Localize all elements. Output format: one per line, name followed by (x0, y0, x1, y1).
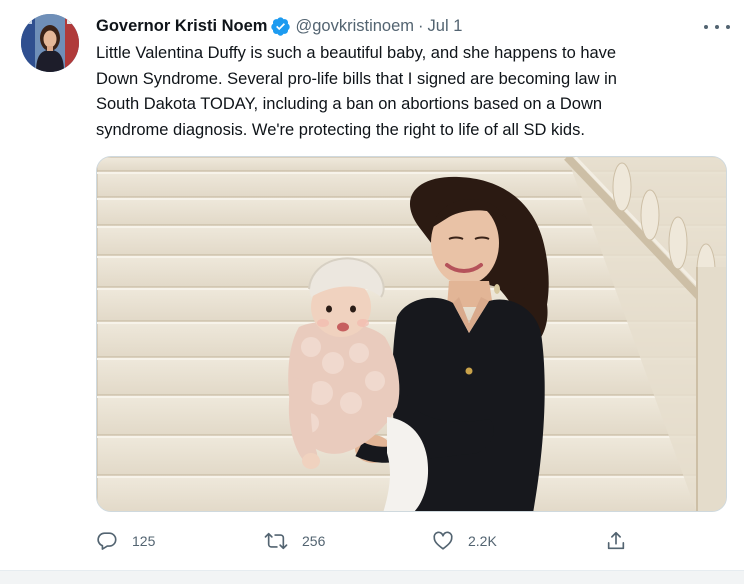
tweet-header: Governor Kristi Noem @govkristinoem · Ju… (96, 15, 462, 37)
verified-badge-icon (270, 16, 291, 37)
display-name[interactable]: Governor Kristi Noem (96, 17, 267, 36)
reply-icon (96, 530, 118, 552)
heart-icon (432, 530, 454, 552)
reply-button[interactable]: 125 (96, 528, 155, 554)
tweet-actions: 125 256 2.2K (96, 528, 716, 554)
tweet-text-line: Little Valentina Duffy is such a beautif… (96, 44, 617, 62)
retweet-icon (264, 530, 288, 552)
user-handle[interactable]: @govkristinoem (295, 17, 414, 36)
tweet-text: Little Valentina Duffy is such a beautif… (96, 41, 732, 143)
avatar[interactable] (21, 14, 79, 72)
tweet-timestamp[interactable]: Jul 1 (428, 17, 463, 36)
tweet-card[interactable]: Governor Kristi Noem @govkristinoem · Ju… (0, 0, 744, 570)
retweet-button[interactable]: 256 (264, 528, 325, 554)
share-icon (605, 530, 627, 552)
like-button[interactable]: 2.2K (432, 528, 497, 554)
reply-count: 125 (132, 533, 156, 549)
tweet-photo[interactable] (96, 156, 727, 512)
tweet-text-line: Down Syndrome. Several pro-life bills th… (96, 69, 617, 88)
tweet-text-line: South Dakota TODAY, including a ban on a… (96, 95, 603, 113)
like-count: 2.2K (468, 533, 497, 549)
tweet-text-line: syndrome diagnosis. We're protecting the… (96, 120, 585, 139)
timeline-divider (0, 570, 744, 584)
more-options-icon[interactable] (704, 20, 730, 34)
separator-dot: · (418, 16, 424, 35)
retweet-count: 256 (302, 533, 326, 549)
share-button[interactable] (605, 528, 627, 554)
